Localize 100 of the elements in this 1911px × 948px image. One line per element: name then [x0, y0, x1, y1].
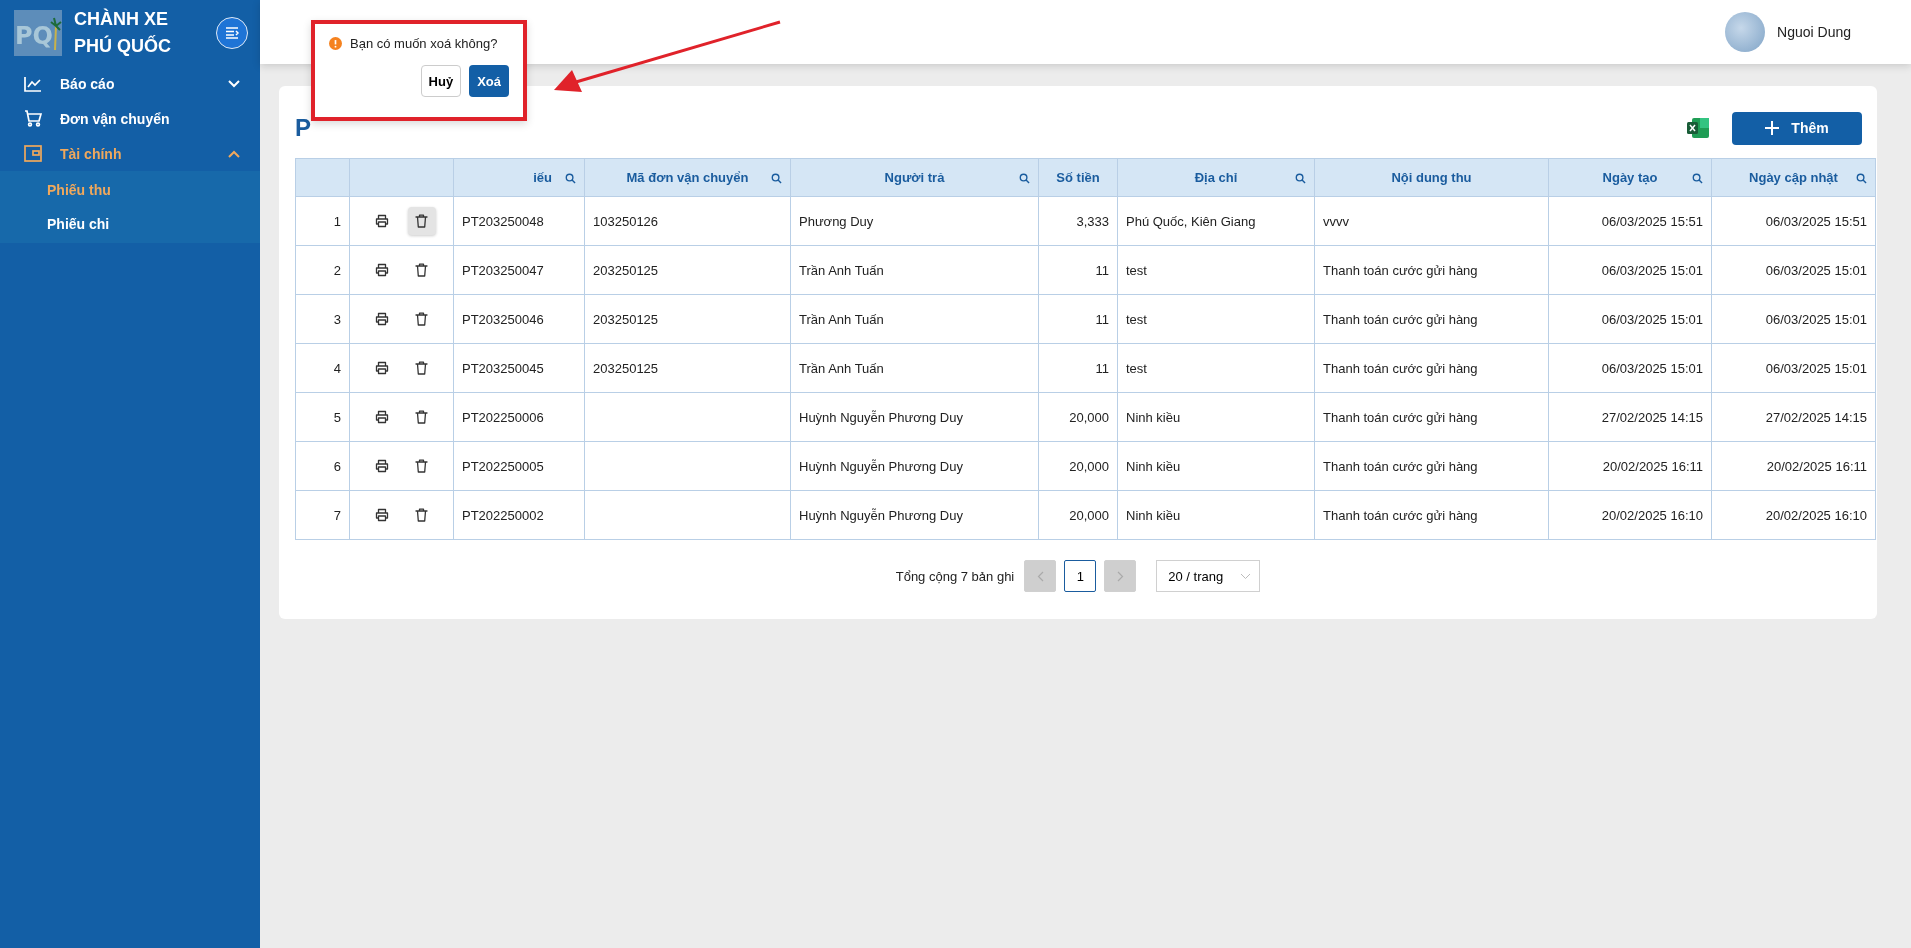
updated-date: 20/02/2025 16:10: [1765, 507, 1867, 523]
receipt-content: vvvv: [1323, 213, 1349, 229]
amount: 11: [1095, 262, 1109, 278]
receipt-code: PT203250046: [462, 311, 544, 327]
updated-date: 20/02/2025 16:11: [1766, 458, 1867, 474]
row-number: 4: [333, 360, 341, 376]
chevron-down-icon: [1240, 572, 1252, 580]
page-button[interactable]: 1: [1064, 560, 1097, 592]
search-icon[interactable]: [1856, 173, 1867, 184]
confirm-message: Bạn có muốn xoá không?: [350, 36, 498, 51]
updated-date: 06/03/2025 15:51: [1765, 213, 1867, 229]
order-code: 103250126: [593, 213, 659, 229]
receipt-content: Thanh toán cước gửi hàng: [1323, 360, 1478, 376]
address: test: [1126, 311, 1147, 327]
submenu-item[interactable]: Phiếu chi: [0, 207, 260, 241]
user-name[interactable]: Nguoi Dung: [1777, 24, 1851, 40]
receipt-code: PT203250048: [462, 213, 544, 229]
row-number: 3: [333, 311, 341, 327]
receipt-content: Thanh toán cước gửi hàng: [1323, 409, 1478, 425]
printer-icon: [374, 410, 389, 424]
printer-icon: [374, 214, 389, 228]
column-title: Nội dung thu: [1391, 170, 1472, 185]
brand-name: CHÀNH XE PHÚ QUỐC: [74, 7, 172, 58]
trash-icon: [415, 312, 428, 326]
created-date: 06/03/2025 15:01: [1601, 262, 1703, 278]
receipt-content: Thanh toán cước gửi hàng: [1323, 507, 1478, 523]
chevron-down-icon[interactable]: [228, 79, 240, 88]
printer-icon: [374, 459, 389, 473]
address: test: [1126, 360, 1147, 376]
receipt-code: PT202250006: [462, 409, 544, 425]
payer-name: Trần Anh Tuấn: [799, 360, 884, 376]
trash-icon: [415, 214, 428, 228]
created-date: 06/03/2025 15:51: [1601, 213, 1703, 229]
spreadsheet-icon[interactable]: [1686, 117, 1710, 139]
updated-date: 06/03/2025 15:01: [1765, 311, 1867, 327]
created-date: 27/02/2025 14:15: [1601, 409, 1703, 425]
row-number: 7: [333, 507, 341, 523]
warning-icon: [329, 37, 342, 50]
amount: 11: [1095, 360, 1109, 376]
address: Ninh kiều: [1126, 458, 1181, 474]
trash-icon: [415, 410, 428, 424]
printer-icon: [374, 361, 389, 375]
created-date: 06/03/2025 15:01: [1601, 360, 1703, 376]
row-number: 1: [333, 213, 341, 229]
receipt-code: PT203250047: [462, 262, 544, 278]
created-date: 06/03/2025 15:01: [1601, 311, 1703, 327]
receipt-content: Thanh toán cước gửi hàng: [1323, 262, 1478, 278]
chart-icon: [24, 75, 42, 92]
logo: PQ: [14, 10, 62, 56]
trash-icon: [415, 263, 428, 277]
cart-icon: [24, 110, 42, 127]
search-icon[interactable]: [1295, 173, 1306, 184]
search-icon[interactable]: [1692, 173, 1703, 184]
payer-name: Phương Duy: [799, 213, 874, 229]
receipt-code: PT202250005: [462, 458, 544, 474]
amount: 3,333: [1076, 213, 1109, 229]
page-title: P: [295, 114, 311, 142]
delete-confirm-button[interactable]: Xoá: [469, 65, 509, 97]
order-code: 203250125: [593, 360, 659, 376]
updated-date: 06/03/2025 15:01: [1765, 360, 1867, 376]
menu-toggle-button[interactable]: [216, 17, 248, 49]
payer-name: Trần Anh Tuấn: [799, 311, 884, 327]
cancel-button[interactable]: Huỷ: [420, 65, 462, 97]
updated-date: 06/03/2025 15:01: [1765, 262, 1867, 278]
chevron-up-icon[interactable]: [228, 149, 240, 158]
menu-icon: [225, 27, 239, 39]
trash-icon: [415, 508, 428, 522]
created-date: 20/02/2025 16:11: [1602, 458, 1703, 474]
receipt-content: Thanh toán cước gửi hàng: [1323, 311, 1478, 327]
address: Ninh kiều: [1126, 507, 1181, 523]
column-title: Địa chỉ: [1194, 170, 1238, 185]
search-icon[interactable]: [565, 173, 576, 184]
add-button[interactable]: Thêm: [1732, 111, 1862, 145]
search-icon[interactable]: [771, 173, 782, 184]
payer-name: Huỳnh Nguyễn Phương Duy: [799, 458, 963, 474]
printer-icon: [374, 508, 389, 522]
address: Phú Quốc, Kiên Giang: [1126, 213, 1256, 229]
column-title: Người trả: [884, 170, 945, 185]
chevron-left-icon: [1036, 570, 1044, 582]
column-title: Ngày cập nhật: [1749, 170, 1838, 185]
printer-icon: [374, 263, 389, 277]
receipt-code: PT202250002: [462, 507, 544, 523]
row-number: 6: [333, 458, 341, 474]
amount: 20,000: [1069, 458, 1109, 474]
chevron-right-icon: [1116, 570, 1124, 582]
payer-name: Huỳnh Nguyễn Phương Duy: [799, 409, 963, 425]
trash-icon: [415, 361, 428, 375]
plus-icon: [1765, 121, 1780, 135]
page-size-select[interactable]: 20 / trang: [1156, 560, 1261, 592]
menu-item[interactable]: Đơn vận chuyển: [0, 101, 260, 136]
column-title: Mã đơn vận chuyển: [626, 170, 749, 185]
wallet-icon: [24, 145, 42, 162]
printer-icon: [374, 312, 389, 326]
delete-button[interactable]: [407, 207, 436, 235]
payer-name: Huỳnh Nguyễn Phương Duy: [799, 507, 963, 523]
payer-name: Trần Anh Tuấn: [799, 262, 884, 278]
search-icon[interactable]: [1019, 173, 1030, 184]
menu-item[interactable]: Báo cáo: [0, 66, 260, 101]
total-records: Tổng cộng 7 bản ghi: [895, 568, 1015, 584]
address: Ninh kiều: [1126, 409, 1181, 425]
